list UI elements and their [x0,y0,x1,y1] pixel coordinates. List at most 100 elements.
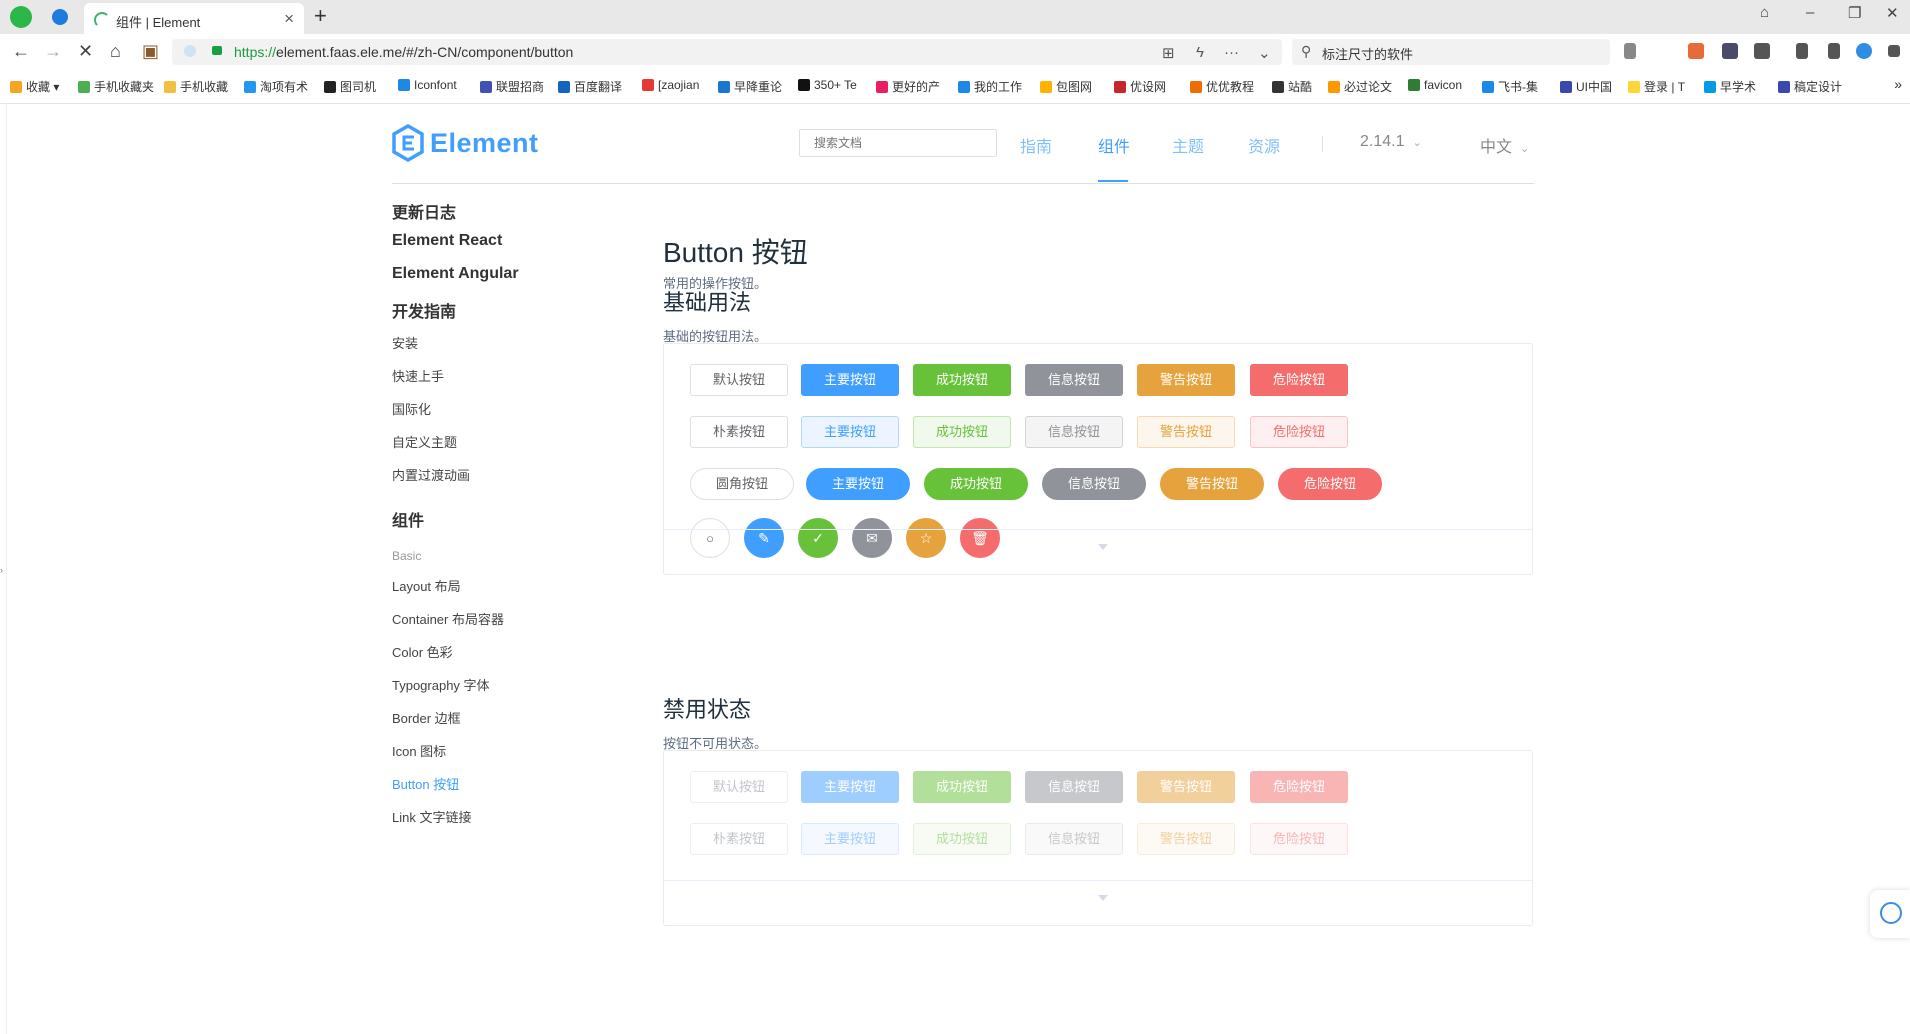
shirt-icon[interactable]: ⌂ [1760,4,1769,21]
sidebar-item-element-angular[interactable]: Element Angular [392,265,519,283]
plain-warning-button[interactable]: 警告按钮 [1137,416,1235,448]
nav-resource[interactable]: 资源 [1248,133,1280,157]
round-danger-button[interactable]: 危险按钮 [1278,468,1382,500]
version-dropdown[interactable]: 2.14.1 ⌄ [1360,133,1422,151]
browser-search-field[interactable]: ⚲ 标注尺寸的软件 [1292,39,1610,65]
plain-danger-button[interactable]: 危险按钮 [1250,416,1348,448]
sidebar-item-changelog[interactable]: 更新日志 [392,199,456,223]
bookmark[interactable]: 我的工作 [958,78,1026,95]
translate-icon[interactable]: ⊞ [1162,44,1175,62]
round-warning-button[interactable]: 警告按钮 [1160,468,1264,500]
demo-code-toggle[interactable] [664,529,1532,574]
info-button[interactable]: 信息按钮 [1025,364,1123,396]
sidebar-item-i18n[interactable]: 国际化 [392,399,431,418]
bookmark[interactable]: 百度翻译 [558,78,628,95]
bookmark[interactable]: 登录 | T [1628,78,1690,95]
disabled-default-button[interactable]: 默认按钮 [690,771,788,803]
bookmark[interactable]: 优优教程 [1190,78,1260,95]
warning-button[interactable]: 警告按钮 [1137,364,1235,396]
sidebar-item-quickstart[interactable]: 快速上手 [392,366,444,385]
more-icon[interactable]: ··· [1224,44,1239,61]
tab-active[interactable]: 组件 | Element × [84,3,304,34]
sidebar-item-custom-theme[interactable]: 自定义主题 [392,432,457,451]
nav-theme[interactable]: 主题 [1172,133,1204,157]
bookmark[interactable]: UI中国 [1560,78,1618,95]
sidebar-item-container[interactable]: Container 布局容器 [392,609,504,628]
puzzle-icon[interactable] [1754,43,1770,59]
back-button[interactable]: ← [12,41,30,62]
pinned-tab-icon[interactable] [52,9,68,25]
extension-icon[interactable] [1722,43,1738,59]
plain-info-button[interactable]: 信息按钮 [1025,416,1123,448]
undo-icon[interactable] [1828,43,1840,59]
disabled-plain-danger-button[interactable]: 危险按钮 [1250,823,1348,855]
home-button[interactable]: ⌂ [110,41,121,62]
plain-success-button[interactable]: 成功按钮 [913,416,1011,448]
primary-button[interactable]: 主要按钮 [801,364,899,396]
bookmark[interactable]: 更好的产 [876,78,944,95]
tab-close-icon[interactable]: × [284,9,294,29]
bookmark[interactable]: 飞书-集 [1482,78,1548,95]
doc-search-input[interactable] [799,129,997,157]
minimize-button[interactable]: – [1806,4,1814,21]
browser-logo-icon[interactable] [10,6,32,28]
bookmark[interactable]: 包图网 [1040,78,1104,95]
new-tab-button[interactable]: + [314,3,327,29]
bookmark[interactable]: 必过论文 [1328,78,1396,95]
download-icon[interactable] [1796,43,1808,59]
disabled-success-button[interactable]: 成功按钮 [913,771,1011,803]
bookmark[interactable]: Iconfont [398,78,464,92]
wallet-icon[interactable]: ▣ [142,41,159,62]
stop-button[interactable]: ✕ [78,41,93,62]
disabled-plain-info-button[interactable]: 信息按钮 [1025,823,1123,855]
bookmark[interactable]: 联盟招商 [480,78,550,95]
sidebar-item-border[interactable]: Border 边框 [392,708,461,727]
round-info-button[interactable]: 信息按钮 [1042,468,1146,500]
plain-button[interactable]: 朴素按钮 [690,416,788,448]
url-field[interactable]: https://element.faas.ele.me/#/zh-CN/comp… [172,39,1282,65]
disabled-plain-success-button[interactable]: 成功按钮 [913,823,1011,855]
disabled-danger-button[interactable]: 危险按钮 [1250,771,1348,803]
plain-primary-button[interactable]: 主要按钮 [801,416,899,448]
menu-icon[interactable] [1888,45,1900,57]
bookmark[interactable]: favicon [1408,78,1472,92]
bookmark[interactable]: 收藏 ▾ [10,78,72,95]
disabled-warning-button[interactable]: 警告按钮 [1137,771,1235,803]
sidebar-item-element-react[interactable]: Element React [392,232,502,250]
disabled-info-button[interactable]: 信息按钮 [1025,771,1123,803]
danger-button[interactable]: 危险按钮 [1250,364,1348,396]
disabled-plain-button[interactable]: 朴素按钮 [690,823,788,855]
language-dropdown[interactable]: 中文 ⌄ [1480,133,1529,157]
sidebar-item-install[interactable]: 安装 [392,333,418,352]
round-success-button[interactable]: 成功按钮 [924,468,1028,500]
bookmark[interactable]: 淘项有术 [244,78,316,95]
bookmark[interactable]: 站酷 [1272,78,1322,95]
sidebar-item-icon[interactable]: Icon 图标 [392,741,446,760]
nav-component[interactable]: 组件 [1098,133,1130,157]
scissors-icon[interactable] [1624,43,1636,59]
bookmark[interactable]: 手机收藏夹 [78,78,160,95]
sidebar-item-link[interactable]: Link 文字链接 [392,807,471,826]
close-window-button[interactable]: ✕ [1886,4,1899,22]
disabled-plain-primary-button[interactable]: 主要按钮 [801,823,899,855]
sidebar-item-color[interactable]: Color 色彩 [392,642,453,661]
lightning-icon[interactable]: ϟ [1196,44,1204,61]
disabled-primary-button[interactable]: 主要按钮 [801,771,899,803]
bookmark[interactable]: 图司机 [324,78,386,95]
sync-icon[interactable] [1856,43,1872,59]
default-button[interactable]: 默认按钮 [690,364,788,396]
sidebar-item-typography[interactable]: Typography 字体 [392,675,490,694]
sidebar-item-layout[interactable]: Layout 布局 [392,576,461,595]
bookmark[interactable]: 早学术 [1704,78,1764,95]
bookmark[interactable]: 稿定设计 [1778,78,1858,95]
forward-button[interactable]: → [44,41,62,62]
success-button[interactable]: 成功按钮 [913,364,1011,396]
bookmark[interactable]: 350+ Te [798,78,864,92]
round-primary-button[interactable]: 主要按钮 [806,468,910,500]
game-icon[interactable] [1688,43,1704,59]
bookmarks-overflow-icon[interactable]: » [1894,76,1902,92]
demo-code-toggle[interactable] [664,880,1532,925]
bookmark[interactable]: 早降重论 [718,78,788,95]
bookmark[interactable]: [zaojian [642,78,710,92]
disabled-plain-warning-button[interactable]: 警告按钮 [1137,823,1235,855]
